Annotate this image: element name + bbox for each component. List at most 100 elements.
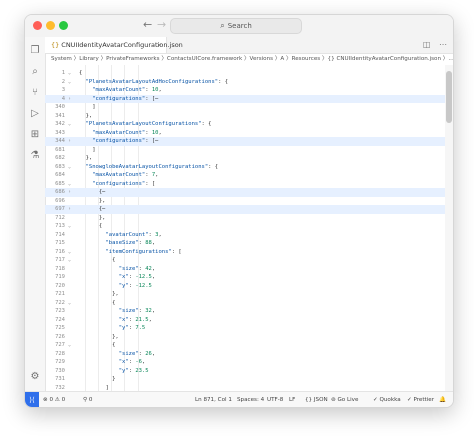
go-live-button[interactable]: ⊚ Go Live (331, 392, 358, 407)
tab-bar: {} CNUIIdentityAvatarConfiguration.json ×… (45, 37, 453, 54)
code-line[interactable]: 725 "y": 7.5 (45, 324, 445, 333)
search-icon[interactable]: ⌕ (29, 66, 41, 78)
code-editor[interactable]: 1 ⌄{2 ⌄ "PlanetsAvatarLayoutAdHocConfigura… (45, 65, 445, 391)
indentation[interactable]: Spaces: 4 (237, 392, 264, 407)
code-line[interactable]: 720 "y": -12.5 (45, 282, 445, 291)
fold-open-icon[interactable]: ⌄ (68, 69, 76, 78)
line-number: 714 (55, 231, 65, 238)
fold-open-icon[interactable]: ⌄ (68, 120, 76, 129)
close-window-button[interactable] (33, 21, 42, 30)
code-line[interactable]: 686 › {⋯ (45, 188, 445, 197)
fold-open-icon[interactable]: ⌄ (68, 78, 76, 87)
line-text: }, (79, 112, 93, 119)
line-text: "baseSize": 88, (105, 240, 156, 246)
code-line[interactable]: 344 › "configurations": [⋯ (45, 137, 445, 146)
extensions-icon[interactable]: ⊞ (29, 129, 41, 141)
code-line[interactable]: 343 "maxAvatarCount": 10, (45, 129, 445, 138)
arrow-left-icon[interactable]: ← (143, 18, 152, 31)
code-line[interactable]: 1 ⌄{ (45, 69, 445, 78)
code-line[interactable]: 726 }, (45, 333, 445, 342)
code-line[interactable]: 685 ⌄ "configurations": [ (45, 180, 445, 189)
bell-icon[interactable]: 🔔 (439, 392, 446, 407)
line-number: 729 (55, 359, 65, 365)
explorer-icon[interactable]: ❐ (29, 45, 41, 57)
code-line[interactable]: 683 ⌄ "SnowglobeAvatarLayoutConfiguration… (45, 163, 445, 172)
fold-closed-icon[interactable]: › (68, 137, 76, 146)
fold-open-icon[interactable]: ⌄ (68, 180, 76, 189)
code-line[interactable]: 718 "size": 42, (45, 265, 445, 274)
code-line[interactable]: 712 }, (45, 214, 445, 223)
encoding[interactable]: UTF-8 (267, 392, 283, 407)
more-actions-icon[interactable]: ⋯ (439, 40, 447, 49)
code-line[interactable]: 697 › {⋯ (45, 205, 445, 214)
code-line[interactable]: 722 ⌄ { (45, 299, 445, 308)
language-mode[interactable]: {} JSON (305, 392, 328, 407)
line-number: 682 (55, 155, 65, 161)
activity-bar: ❐ ⌕ ⑂ ▷ ⊞ ⚗ ⚙ (25, 37, 46, 391)
code-line[interactable]: 721 }, (45, 290, 445, 299)
code-line[interactable]: 717 ⌄ { (45, 256, 445, 265)
gear-icon[interactable]: ⚙ (29, 371, 41, 383)
scrollbar-thumb[interactable] (446, 71, 452, 123)
source-control-icon[interactable]: ⑂ (29, 87, 41, 99)
code-line[interactable]: 340 ] (45, 103, 445, 112)
code-line[interactable]: 4 › "configurations": [⋯ (45, 94, 445, 104)
code-line[interactable]: 727 ⌄ { (45, 341, 445, 350)
line-text: { (79, 70, 83, 76)
code-line[interactable]: 728 "size": 26, (45, 350, 445, 359)
code-line[interactable]: 714 "avatarCount": 3, (45, 231, 445, 240)
code-line[interactable]: 723 "size": 32, (45, 307, 445, 316)
arrow-right-icon[interactable]: → (157, 18, 166, 31)
code-line[interactable]: 684 "maxAvatarCount": 7, (45, 171, 445, 180)
line-text: ] (79, 146, 96, 153)
line-text: "size": 32, (118, 308, 156, 314)
code-line[interactable]: 696 }, (45, 197, 445, 206)
quokka-status[interactable]: ✓ Quokka (373, 392, 401, 407)
code-line[interactable]: 341 }, (45, 112, 445, 121)
code-line[interactable]: 716 ⌄ "itemConfigurations": [ (45, 248, 445, 257)
run-debug-icon[interactable]: ▷ (29, 108, 41, 120)
prettier-status[interactable]: ✓ Prettier (407, 392, 434, 407)
split-editor-icon[interactable]: ◫ (423, 40, 431, 49)
code-line[interactable]: 3 "maxAvatarCount": 10, (45, 86, 445, 95)
vertical-scrollbar[interactable] (445, 65, 453, 391)
code-line[interactable]: 719 "x": -12.5, (45, 273, 445, 282)
fold-open-icon[interactable]: ⌄ (68, 163, 76, 172)
breadcrumb[interactable]: System 〉Library 〉PrivateFrameworks 〉Cont… (45, 53, 453, 65)
minimize-window-button[interactable] (46, 21, 55, 30)
fold-open-icon[interactable]: ⌄ (68, 256, 76, 265)
code-line[interactable]: 732 ] (45, 384, 445, 392)
code-line[interactable]: 724 "x": 21.5, (45, 316, 445, 325)
fold-open-icon[interactable]: ⌄ (68, 341, 76, 350)
testing-icon[interactable]: ⚗ (29, 150, 41, 162)
code-line[interactable]: 729 "x": -6, (45, 358, 445, 367)
problems-indicator[interactable]: ⊗ 0 ⚠ 0 (43, 392, 65, 407)
end-of-line[interactable]: LF (289, 392, 295, 407)
code-line[interactable]: 2 ⌄ "PlanetsAvatarLayoutAdHocConfiguratio… (45, 78, 445, 87)
code-line[interactable]: 342 ⌄ "PlanetsAvatarLayoutConfigurations"… (45, 120, 445, 129)
close-icon[interactable]: × (157, 37, 162, 53)
line-number: 728 (55, 350, 65, 357)
fold-open-icon[interactable]: ⌄ (68, 248, 76, 257)
line-text: "size": 42, (118, 265, 156, 272)
tab-cnuiidentityavatarconfiguration[interactable]: {} CNUIIdentityAvatarConfiguration.json × (45, 37, 183, 53)
code-line[interactable]: 682 }, (45, 154, 445, 163)
fold-open-icon[interactable]: ⌄ (68, 299, 76, 308)
fold-closed-icon[interactable]: › (68, 188, 76, 197)
remote-indicator[interactable]: ⟩⟨ (25, 392, 39, 407)
fold-closed-icon[interactable]: › (68, 95, 76, 104)
ports-indicator[interactable]: ⚲ 0 (83, 392, 92, 407)
code-line[interactable]: 681 ] (45, 146, 445, 155)
code-line[interactable]: 731 } (45, 375, 445, 384)
cursor-position[interactable]: Ln 871, Col 1 (195, 392, 232, 407)
line-number: 697 (55, 206, 65, 212)
code-line[interactable]: 730 "y": 23.5 (45, 367, 445, 376)
fold-closed-icon[interactable]: › (68, 205, 76, 214)
code-line[interactable]: 713 ⌄ { (45, 222, 445, 231)
zoom-window-button[interactable] (59, 21, 68, 30)
line-text: }, (79, 214, 106, 221)
line-text: "maxAvatarCount": 10, (92, 87, 162, 93)
fold-open-icon[interactable]: ⌄ (68, 222, 76, 231)
code-line[interactable]: 715 "baseSize": 88, (45, 239, 445, 248)
command-center-search[interactable]: ⌕ Search (170, 18, 302, 34)
